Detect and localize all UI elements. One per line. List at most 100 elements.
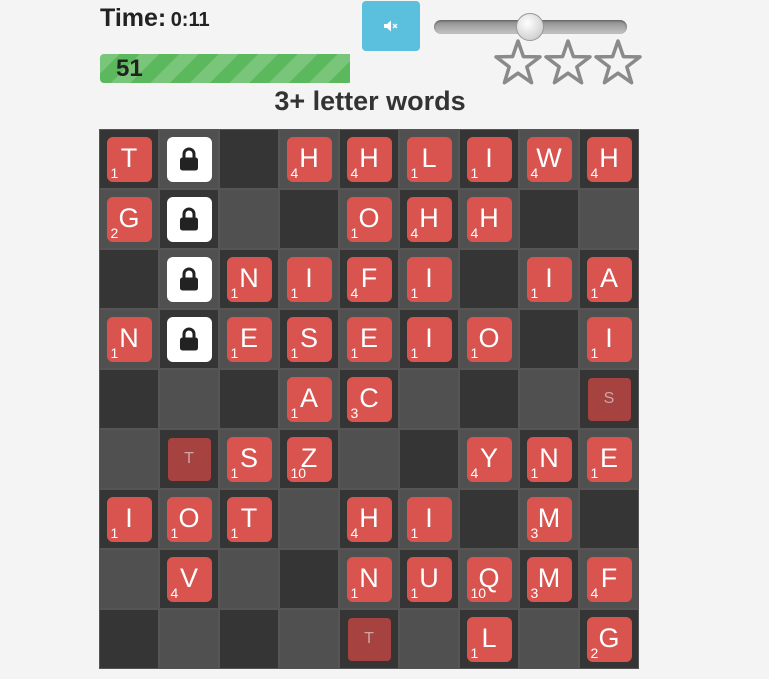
board-cell[interactable]: S1 — [279, 309, 339, 369]
letter-tile[interactable]: M3 — [526, 496, 572, 542]
letter-tile[interactable]: N1 — [346, 556, 392, 602]
board-cell[interactable] — [399, 609, 459, 669]
letter-tile[interactable]: A1 — [586, 256, 632, 302]
board-cell[interactable]: H4 — [459, 189, 519, 249]
board-cell[interactable]: H4 — [399, 189, 459, 249]
board-cell[interactable] — [519, 609, 579, 669]
board-cell[interactable]: T1 — [99, 129, 159, 189]
board-cell[interactable]: I1 — [519, 249, 579, 309]
board-cell[interactable] — [399, 429, 459, 489]
letter-tile[interactable]: H4 — [286, 136, 332, 182]
board-cell[interactable]: Y4 — [459, 429, 519, 489]
board-cell[interactable] — [579, 189, 639, 249]
board-cell[interactable] — [459, 249, 519, 309]
board-cell[interactable] — [459, 369, 519, 429]
board-cell[interactable]: O1 — [159, 489, 219, 549]
board-cell[interactable]: F4 — [339, 249, 399, 309]
board-cell[interactable] — [159, 189, 219, 249]
board-cell[interactable] — [519, 369, 579, 429]
board-cell[interactable]: A1 — [579, 249, 639, 309]
board-cell[interactable] — [159, 249, 219, 309]
board-cell[interactable]: I1 — [579, 309, 639, 369]
board-cell[interactable] — [99, 369, 159, 429]
letter-tile[interactable]: H4 — [406, 196, 452, 242]
letter-tile[interactable]: I1 — [406, 256, 452, 302]
board-cell[interactable] — [399, 369, 459, 429]
letter-tile[interactable]: N1 — [226, 256, 272, 302]
board-cell[interactable]: H4 — [339, 489, 399, 549]
letter-tile[interactable]: I1 — [406, 316, 452, 362]
board-cell[interactable]: L1 — [399, 129, 459, 189]
board-cell[interactable]: I1 — [399, 489, 459, 549]
board-cell[interactable]: N1 — [519, 429, 579, 489]
board-cell[interactable]: Z 10 — [279, 429, 339, 489]
board-cell[interactable] — [219, 549, 279, 609]
board-cell[interactable]: M3 — [519, 489, 579, 549]
board-cell[interactable]: I1 — [399, 309, 459, 369]
board-cell[interactable]: Q 10 — [459, 549, 519, 609]
board-cell[interactable]: S — [579, 369, 639, 429]
letter-tile[interactable]: I1 — [286, 256, 332, 302]
letter-tile[interactable]: T1 — [226, 496, 272, 542]
letter-tile[interactable]: F4 — [346, 256, 392, 302]
letter-tile[interactable]: U1 — [406, 556, 452, 602]
board-cell[interactable]: A1 — [279, 369, 339, 429]
board-cell[interactable] — [219, 609, 279, 669]
board-cell[interactable]: H4 — [339, 129, 399, 189]
board-cell[interactable]: V4 — [159, 549, 219, 609]
board-cell[interactable]: U1 — [399, 549, 459, 609]
board-cell[interactable] — [519, 189, 579, 249]
board-cell[interactable]: M3 — [519, 549, 579, 609]
letter-tile[interactable]: H4 — [346, 496, 392, 542]
letter-tile[interactable]: E1 — [586, 436, 632, 482]
letter-tile[interactable]: I1 — [466, 136, 512, 182]
board-cell[interactable]: H4 — [579, 129, 639, 189]
letter-tile[interactable]: I1 — [526, 256, 572, 302]
board-cell[interactable]: E1 — [339, 309, 399, 369]
board-cell[interactable]: S1 — [219, 429, 279, 489]
board-cell[interactable] — [99, 549, 159, 609]
letter-tile[interactable]: O1 — [466, 316, 512, 362]
letter-tile[interactable]: G2 — [586, 616, 632, 662]
board-cell[interactable]: F4 — [579, 549, 639, 609]
letter-tile[interactable]: Z 10 — [286, 436, 332, 482]
letter-tile[interactable]: H4 — [346, 136, 392, 182]
letter-tile[interactable]: A1 — [286, 376, 332, 422]
board-cell[interactable]: E1 — [579, 429, 639, 489]
letter-tile[interactable]: C3 — [346, 376, 392, 422]
letter-tile[interactable]: M3 — [526, 556, 572, 602]
board-cell[interactable] — [279, 489, 339, 549]
letter-tile[interactable]: T1 — [106, 136, 152, 182]
letter-tile[interactable]: H4 — [466, 196, 512, 242]
board-cell[interactable]: W4 — [519, 129, 579, 189]
letter-tile[interactable]: I1 — [106, 496, 152, 542]
board-cell[interactable]: N1 — [99, 309, 159, 369]
board-cell[interactable] — [159, 609, 219, 669]
board-cell[interactable]: G2 — [579, 609, 639, 669]
letter-tile[interactable]: N1 — [106, 316, 152, 362]
letter-tile[interactable]: V4 — [166, 556, 212, 602]
board-cell[interactable]: T — [159, 429, 219, 489]
board-cell[interactable] — [339, 429, 399, 489]
letter-tile[interactable]: L1 — [406, 136, 452, 182]
letter-tile[interactable]: Y4 — [466, 436, 512, 482]
letter-tile[interactable]: S1 — [226, 436, 272, 482]
letter-tile[interactable]: Q 10 — [466, 556, 512, 602]
letter-tile[interactable]: N1 — [526, 436, 572, 482]
letter-tile[interactable]: I1 — [406, 496, 452, 542]
board-cell[interactable]: H4 — [279, 129, 339, 189]
board-cell[interactable]: O1 — [339, 189, 399, 249]
board-cell[interactable]: N1 — [219, 249, 279, 309]
board-cell[interactable] — [279, 549, 339, 609]
board-cell[interactable]: I1 — [399, 249, 459, 309]
letter-tile[interactable]: F4 — [586, 556, 632, 602]
board-cell[interactable]: I1 — [279, 249, 339, 309]
letter-tile[interactable]: E1 — [346, 316, 392, 362]
board-cell[interactable] — [459, 489, 519, 549]
board-cell[interactable] — [219, 189, 279, 249]
board-cell[interactable] — [159, 369, 219, 429]
board-cell[interactable]: C3 — [339, 369, 399, 429]
letter-tile[interactable]: O1 — [346, 196, 392, 242]
board-cell[interactable]: L1 — [459, 609, 519, 669]
board-cell[interactable] — [219, 129, 279, 189]
